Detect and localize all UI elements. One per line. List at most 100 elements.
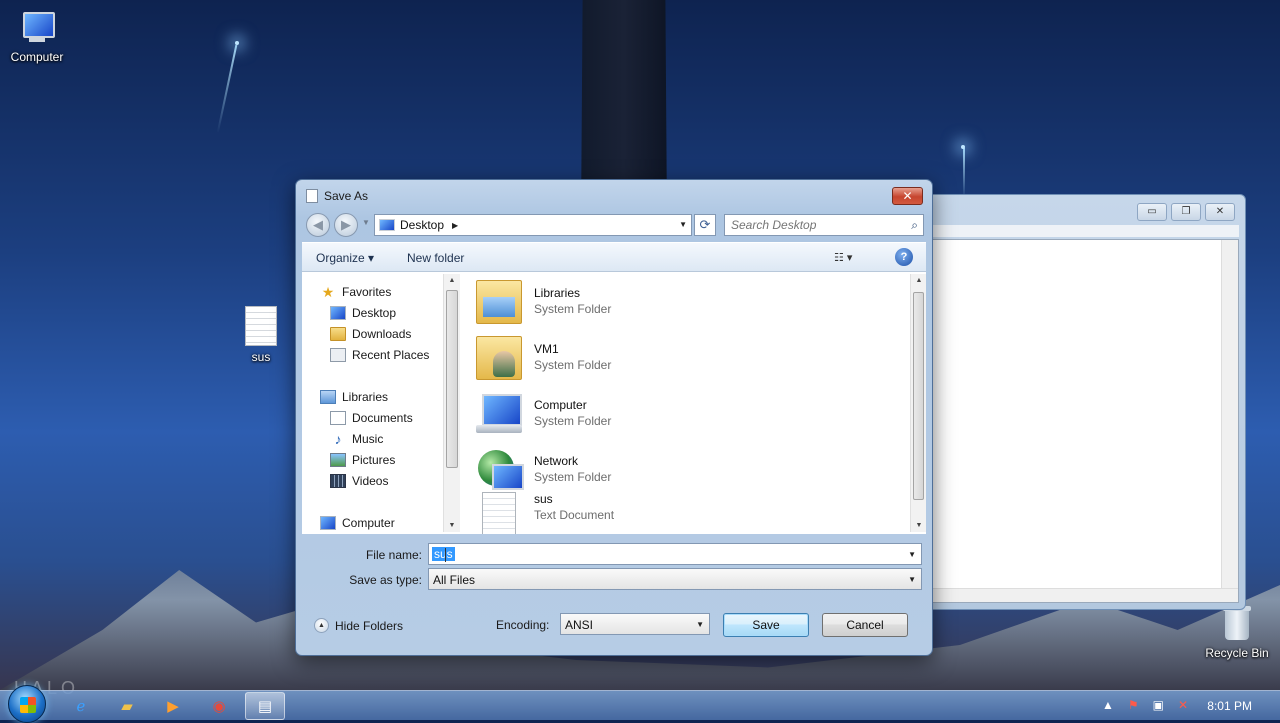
scroll-thumb[interactable] bbox=[446, 290, 458, 468]
breadcrumb-arrow-icon[interactable]: ▶ bbox=[452, 221, 458, 230]
computer-icon bbox=[320, 516, 336, 530]
encoding-value: ANSI bbox=[565, 618, 594, 632]
notepad-taskbar-icon[interactable]: ▤ bbox=[245, 692, 285, 720]
scroll-down-icon[interactable]: ▼ bbox=[911, 522, 926, 529]
scroll-up-icon[interactable]: ▲ bbox=[911, 277, 926, 284]
desktop-icon-computer[interactable]: Computer bbox=[0, 10, 74, 64]
wallpaper-light bbox=[235, 41, 239, 45]
scroll-up-icon[interactable]: ▲ bbox=[444, 277, 460, 284]
encoding-label: Encoding: bbox=[496, 618, 550, 632]
nav-computer[interactable]: Computer bbox=[320, 516, 395, 530]
address-dropdown[interactable]: ▼ bbox=[679, 220, 687, 229]
encoding-select[interactable]: ANSI ▼ bbox=[560, 613, 710, 635]
navigation-bar: ◀ ▶ ▼ Desktop ▶ ▼ ⟳ ⌕ bbox=[304, 212, 926, 238]
horizontal-scrollbar[interactable] bbox=[928, 588, 1238, 602]
scroll-thumb[interactable] bbox=[913, 292, 924, 500]
nav-label: Libraries bbox=[342, 390, 389, 404]
nav-item-recent-places[interactable]: Recent Places bbox=[330, 348, 429, 362]
nav-item-downloads[interactable]: Downloads bbox=[330, 327, 411, 341]
recent-pages-dropdown[interactable]: ▼ bbox=[362, 218, 370, 227]
item-type: System Folder bbox=[534, 302, 612, 316]
desktop-icon-label: Recycle Bin bbox=[1205, 646, 1269, 660]
desktop-icon bbox=[379, 219, 395, 231]
nav-label: Music bbox=[352, 432, 384, 446]
show-hidden-icons-icon[interactable]: ▲ bbox=[1102, 698, 1114, 712]
text-document-icon bbox=[245, 306, 277, 346]
nav-label: Desktop bbox=[352, 306, 397, 320]
nav-item-documents[interactable]: Documents bbox=[330, 411, 413, 425]
notepad-editor[interactable] bbox=[927, 239, 1239, 603]
save-fields: File name: sus ▼ Save as type: All Files… bbox=[302, 536, 926, 590]
save-button[interactable]: Save bbox=[723, 613, 809, 637]
chrome-icon[interactable]: ◉ bbox=[199, 692, 239, 720]
scroll-down-icon[interactable]: ▼ bbox=[444, 522, 460, 529]
nav-label: Computer bbox=[342, 516, 395, 530]
organize-menu[interactable]: Organize ▾ bbox=[316, 251, 374, 265]
chevron-down-icon[interactable]: ▼ bbox=[908, 550, 916, 559]
music-icon: ♪ bbox=[334, 431, 342, 447]
list-item-sus[interactable]: sus Text Document bbox=[474, 486, 894, 534]
volume-muted-icon[interactable]: ✕ bbox=[1178, 698, 1188, 712]
clock[interactable]: 8:01 PM bbox=[1207, 699, 1252, 713]
minimize-button[interactable]: ▭ bbox=[1137, 203, 1167, 221]
nav-item-pictures[interactable]: Pictures bbox=[330, 453, 395, 467]
network-tray-icon[interactable]: ▣ bbox=[1153, 698, 1164, 712]
restore-button[interactable]: ❐ bbox=[1171, 203, 1201, 221]
start-button[interactable] bbox=[8, 685, 46, 723]
item-name: VM1 bbox=[534, 342, 559, 356]
nav-label: Documents bbox=[352, 411, 413, 425]
hide-folders-button[interactable]: ▲ Hide Folders bbox=[314, 618, 403, 633]
notepad-menubar bbox=[927, 225, 1239, 237]
nav-libraries[interactable]: Libraries bbox=[320, 390, 388, 404]
help-icon[interactable]: ? bbox=[895, 248, 913, 266]
close-button[interactable]: ✕ bbox=[1205, 203, 1235, 221]
explorer-folder-icon[interactable]: ▰ bbox=[107, 692, 147, 720]
new-folder-button[interactable]: New folder bbox=[407, 251, 464, 265]
hide-folders-label: Hide Folders bbox=[335, 618, 404, 633]
desktop-icon-sus[interactable]: sus bbox=[224, 306, 298, 364]
list-item-vm1[interactable]: VM1 System Folder bbox=[474, 330, 894, 382]
save-as-type-select[interactable]: All Files ▼ bbox=[428, 568, 922, 590]
user-folder-icon bbox=[476, 336, 522, 380]
list-item-computer[interactable]: Computer System Folder bbox=[474, 386, 894, 438]
file-name-field[interactable]: sus ▼ bbox=[428, 543, 922, 565]
address-bar[interactable]: Desktop ▶ ▼ bbox=[374, 214, 692, 236]
item-type: System Folder bbox=[534, 414, 612, 428]
nav-item-desktop[interactable]: Desktop bbox=[330, 306, 396, 320]
nav-favorites[interactable]: ★ Favorites bbox=[320, 285, 392, 299]
nav-item-videos[interactable]: Videos bbox=[330, 474, 388, 488]
desktop-icon-recycle-bin[interactable]: Recycle Bin bbox=[1200, 604, 1274, 660]
cancel-button[interactable]: Cancel bbox=[822, 613, 908, 637]
back-button[interactable]: ◀ bbox=[306, 213, 330, 237]
search-input[interactable] bbox=[731, 218, 901, 232]
notepad-window[interactable]: ▭ ❐ ✕ bbox=[920, 194, 1246, 610]
close-button[interactable]: ✕ bbox=[892, 187, 923, 205]
file-list: Libraries System Folder VM1 System Folde… bbox=[462, 272, 926, 534]
nav-label: Favorites bbox=[342, 285, 392, 299]
media-player-icon[interactable]: ▶ bbox=[153, 692, 193, 720]
file-list-scrollbar[interactable]: ▲ ▼ bbox=[910, 274, 926, 532]
forward-button[interactable]: ▶ bbox=[334, 213, 358, 237]
chevron-down-icon[interactable]: ▼ bbox=[908, 575, 916, 584]
item-name: Network bbox=[534, 454, 579, 468]
desktop-icon-label: sus bbox=[251, 350, 271, 364]
nav-label: Downloads bbox=[352, 327, 412, 341]
breadcrumb-desktop[interactable]: Desktop bbox=[400, 218, 444, 232]
browser-panes: ★ Favorites Desktop Downloads Recent Pla… bbox=[302, 272, 926, 534]
item-type: System Folder bbox=[534, 470, 612, 484]
search-icon[interactable]: ⌕ bbox=[911, 218, 918, 233]
item-name: Libraries bbox=[534, 286, 581, 300]
pictures-icon bbox=[330, 453, 346, 467]
change-view-icon[interactable]: ☷ ▾ bbox=[834, 251, 852, 264]
nav-scrollbar[interactable]: ▲ ▼ bbox=[443, 274, 460, 532]
internet-explorer-icon[interactable]: ℯ bbox=[61, 692, 101, 720]
dialog-footer: ▲ Hide Folders Encoding: ANSI ▼ Save Can… bbox=[302, 608, 926, 648]
refresh-button[interactable]: ⟳ bbox=[694, 214, 716, 236]
list-item-libraries[interactable]: Libraries System Folder bbox=[474, 274, 894, 326]
vertical-scrollbar[interactable] bbox=[1221, 240, 1238, 588]
file-name-value: sus bbox=[432, 547, 455, 561]
chevron-down-icon[interactable]: ▼ bbox=[696, 620, 704, 629]
nav-item-music[interactable]: ♪ Music bbox=[330, 431, 384, 447]
search-box[interactable]: ⌕ bbox=[724, 214, 924, 236]
action-center-icon[interactable]: ⚑ bbox=[1128, 698, 1139, 712]
